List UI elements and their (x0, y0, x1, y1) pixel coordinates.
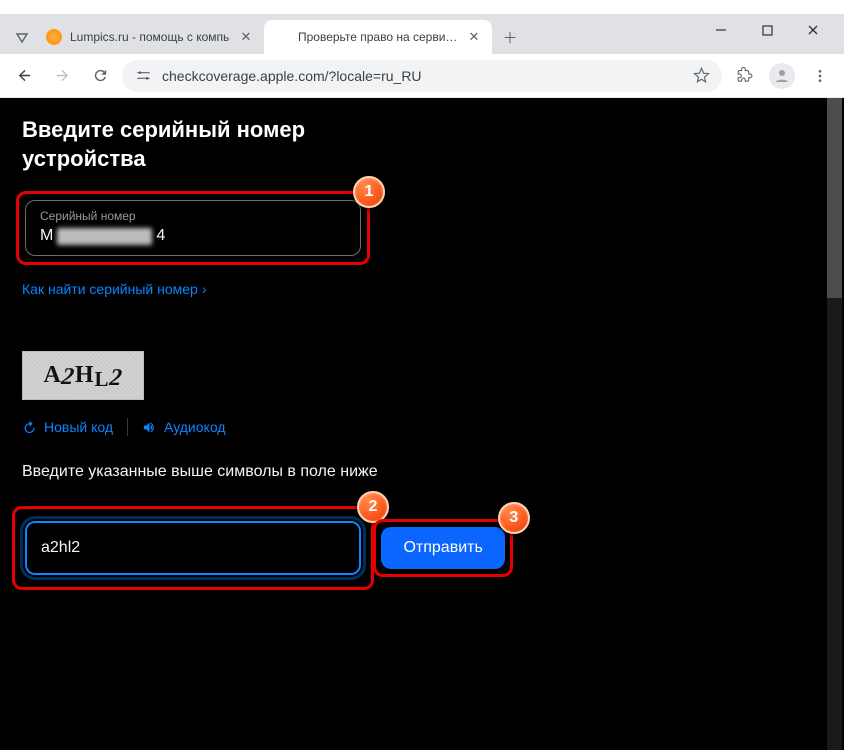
audio-icon (142, 420, 157, 435)
window-titlebar (0, 0, 844, 14)
avatar-icon (769, 63, 795, 89)
annotation-highlight-3: 3 Отправить (373, 519, 512, 577)
tab-close-button[interactable]: ✕ (466, 29, 482, 45)
menu-button[interactable] (804, 60, 836, 92)
find-serial-link[interactable]: Как найти серийный номер › (22, 281, 207, 297)
captcha-actions: Новый код Аудиокод (22, 418, 822, 436)
captcha-instruction: Введите указанные выше символы в поле ни… (22, 460, 382, 483)
annotation-badge-1: 1 (353, 176, 385, 208)
window-minimize-button[interactable] (698, 14, 744, 46)
address-bar[interactable]: checkcoverage.apple.com/?locale=ru_RU (122, 60, 722, 92)
separator (127, 418, 128, 436)
new-tab-button[interactable]: ＋ (496, 23, 524, 51)
browser-toolbar: checkcoverage.apple.com/?locale=ru_RU (0, 54, 844, 98)
audio-captcha-link[interactable]: Аудиокод (142, 419, 225, 435)
extensions-button[interactable] (728, 60, 760, 92)
window-controls (698, 14, 836, 46)
page-content: Введите серийный номер устройства 1 Сери… (0, 98, 844, 750)
chevron-right-icon: › (202, 281, 207, 297)
new-captcha-link[interactable]: Новый код (22, 419, 113, 435)
browser-tab-apple-coverage[interactable]: Проверьте право на сервисно ✕ (264, 20, 492, 54)
browser-tabstrip: Lumpics.ru - помощь с компь ✕ Проверьте … (0, 14, 844, 54)
annotation-highlight-1: 1 Серийный номер M4 (16, 191, 370, 265)
serial-number-value: M4 (40, 227, 346, 245)
annotation-badge-3: 3 (498, 502, 530, 534)
browser-tab-lumpics[interactable]: Lumpics.ru - помощь с компь ✕ (36, 20, 264, 54)
favicon-apple-icon (274, 29, 290, 45)
page-title: Введите серийный номер устройства (22, 116, 382, 173)
captcha-image: A2HL2 (22, 351, 144, 400)
serial-number-label: Серийный номер (40, 209, 346, 223)
tab-close-button[interactable]: ✕ (238, 29, 254, 45)
captcha-input[interactable]: a2hl2 (25, 521, 361, 575)
submit-button[interactable]: Отправить (381, 527, 504, 569)
site-settings-icon[interactable] (134, 67, 152, 85)
url-text: checkcoverage.apple.com/?locale=ru_RU (162, 68, 683, 84)
captcha-input-value: a2hl2 (41, 539, 80, 557)
annotation-highlight-2: 2 a2hl2 (12, 506, 374, 590)
redacted-serial-icon (57, 228, 152, 245)
tab-search-button[interactable] (8, 24, 36, 54)
profile-button[interactable] (766, 60, 798, 92)
favicon-orange-icon (46, 29, 62, 45)
window-close-button[interactable] (790, 14, 836, 46)
bookmark-star-icon[interactable] (693, 67, 710, 84)
nav-forward-button[interactable] (46, 60, 78, 92)
refresh-icon (22, 420, 37, 435)
vertical-scrollbar-thumb[interactable] (827, 98, 842, 298)
serial-number-field[interactable]: Серийный номер M4 (25, 200, 361, 256)
tab-title: Lumpics.ru - помощь с компь (70, 30, 230, 44)
window-maximize-button[interactable] (744, 14, 790, 46)
nav-reload-button[interactable] (84, 60, 116, 92)
nav-back-button[interactable] (8, 60, 40, 92)
tab-title: Проверьте право на сервисно (298, 30, 458, 44)
